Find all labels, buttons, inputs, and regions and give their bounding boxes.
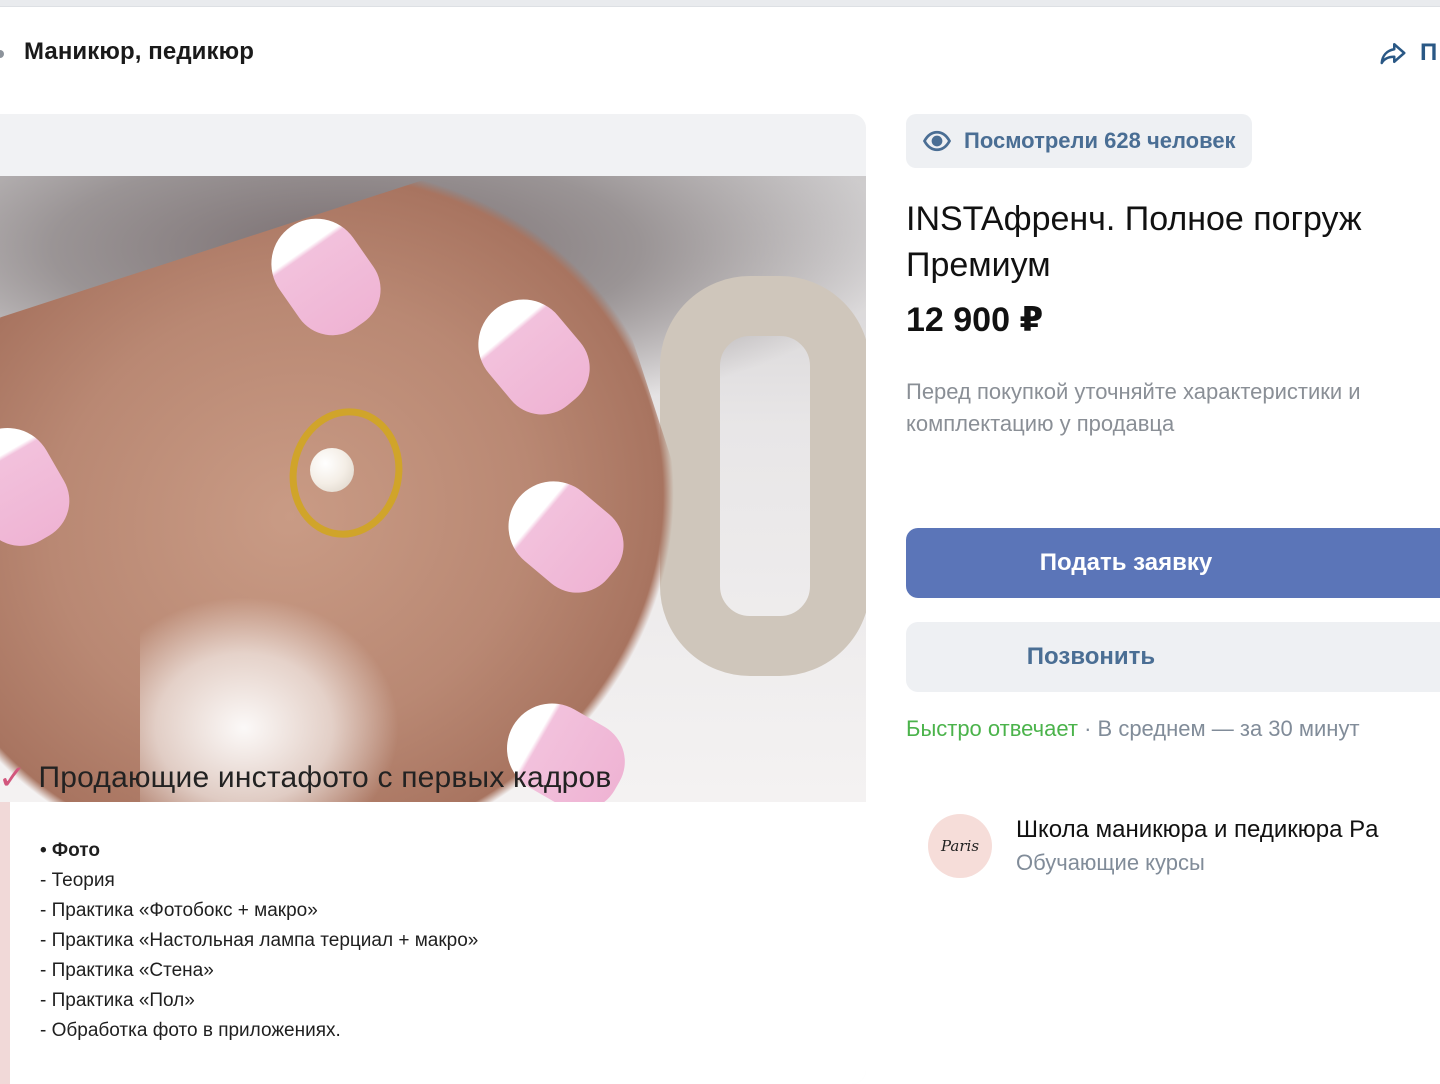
image-promo-text: Продающие инстафото с первых кадров [38, 761, 612, 794]
seller-card[interactable]: Paris Школа маникюра и педикюра Pa Обуча… [928, 814, 1379, 878]
product-title-line1: INSTAфренч. Полное погруж [906, 200, 1362, 238]
top-divider-line [0, 6, 1440, 7]
seller-avatar[interactable]: Paris [928, 814, 992, 878]
image-notes-accent [0, 802, 10, 1084]
list-item: - Обработка фото в приложениях. [40, 1020, 341, 1041]
back-bullet-icon[interactable] [0, 50, 4, 58]
product-price: 12 900 ₽ [906, 301, 1044, 339]
fast-response-label: Быстро отвечает [906, 716, 1078, 741]
product-title-line2: Премиум [906, 246, 1051, 284]
share-label: П [1420, 39, 1438, 66]
response-time: Быстро отвечает · В среднем — за 30 мину… [906, 716, 1360, 742]
seller-name[interactable]: Школа маникюра и педикюра Pa [1016, 816, 1379, 844]
response-separator: · [1077, 716, 1098, 741]
seller-avatar-logo: Paris [940, 837, 980, 855]
image-notes: • Фото - Теория - Практика «Фотобокс + м… [0, 802, 866, 1084]
product-title: INSTAфренч. Полное погруж Премиум [906, 196, 1440, 288]
average-response-label: В среднем — за 30 минут [1097, 716, 1360, 741]
purchase-hint: Перед покупкой уточняйте характеристики … [906, 379, 1361, 436]
breadcrumb-category[interactable]: Маникюр, педикюр [24, 38, 254, 66]
share-icon [1380, 43, 1406, 65]
views-count: Посмотрели 628 человек [964, 128, 1236, 153]
list-item: - Практика «Фотобокс + макро» [40, 900, 318, 921]
product-gallery[interactable]: ✓ Продающие инстафото с первых кадров • … [0, 114, 866, 1084]
share-button[interactable]: П [1378, 38, 1437, 68]
eye-icon [922, 130, 952, 152]
views-badge: Посмотрели 628 человек [906, 114, 1252, 168]
apply-button[interactable]: Подать заявку [906, 528, 1440, 598]
seller-category: Обучающие курсы [1016, 850, 1205, 875]
image-notes-list: • Фото - Теория - Практика «Фотобокс + м… [40, 836, 478, 1046]
photo-pearl [310, 448, 354, 492]
list-item: - Практика «Настольная лампа терциал + м… [40, 930, 479, 951]
image-promo: ✓ Продающие инстафото с первых кадров [0, 754, 866, 802]
seller-info: Школа маникюра и педикюра Pa Обучающие к… [1016, 814, 1379, 876]
list-item: • Фото [40, 840, 100, 861]
list-item: - Практика «Стена» [40, 960, 214, 981]
list-item: - Практика «Пол» [40, 990, 195, 1011]
list-item: - Теория [40, 870, 115, 891]
call-button[interactable]: Позвонить [906, 622, 1440, 692]
product-photo[interactable] [0, 176, 866, 802]
check-icon: ✓ [0, 759, 27, 797]
